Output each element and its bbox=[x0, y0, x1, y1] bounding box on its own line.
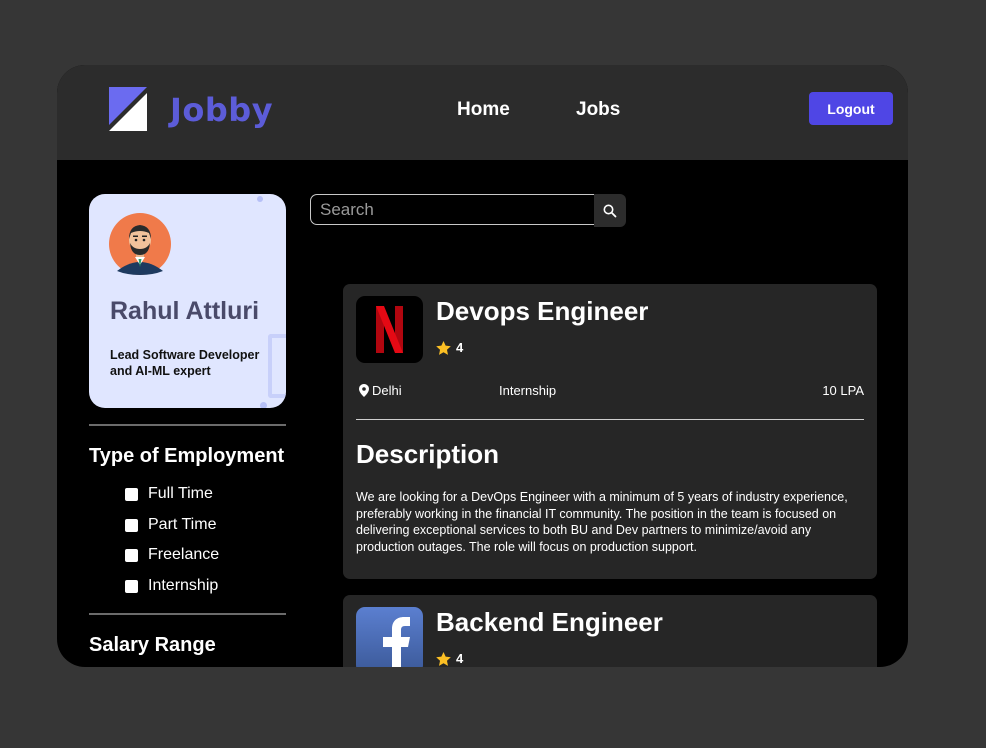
jobby-logo-icon[interactable] bbox=[107, 85, 149, 133]
netflix-logo-icon bbox=[356, 296, 423, 363]
rating-value: 4 bbox=[456, 651, 464, 666]
brand-name[interactable]: Jobby bbox=[170, 91, 273, 129]
job-location: Delhi bbox=[359, 383, 402, 398]
checkbox[interactable] bbox=[125, 548, 138, 562]
filter-full-time[interactable]: Full Time bbox=[125, 484, 213, 504]
employment-type-heading: Type of Employment bbox=[89, 445, 285, 467]
nav-link-jobs[interactable]: Jobs bbox=[576, 99, 620, 121]
filter-label: Freelance bbox=[148, 546, 220, 563]
filter-label: Part Time bbox=[148, 516, 217, 533]
star-icon bbox=[436, 651, 451, 666]
navbar: Jobby Home Jobs Logout bbox=[57, 65, 908, 160]
employment-type: Internship bbox=[499, 383, 557, 398]
filter-label: Internship bbox=[148, 577, 219, 594]
job-description: We are looking for a DevOps Engineer wit… bbox=[356, 490, 848, 554]
divider bbox=[89, 424, 286, 426]
rating: 4 bbox=[436, 651, 463, 666]
filter-label: Full Time bbox=[148, 485, 213, 502]
job-card[interactable]: Backend Engineer 4 bbox=[343, 595, 877, 667]
profile-name: Rahul Attluri bbox=[110, 297, 260, 325]
rating: 4 bbox=[436, 340, 463, 355]
decoration-dot bbox=[257, 196, 263, 202]
job-title: Devops Engineer bbox=[436, 296, 649, 326]
job-card[interactable]: Devops Engineer 4 Delhi Internship 10 LP… bbox=[343, 284, 877, 579]
profile-card: Rahul Attluri Lead Software Developer an… bbox=[89, 194, 286, 408]
search-icon bbox=[603, 204, 617, 217]
nav-link-home[interactable]: Home bbox=[457, 99, 510, 121]
search-input[interactable] bbox=[310, 194, 594, 225]
job-title: Backend Engineer bbox=[436, 607, 663, 637]
star-icon bbox=[436, 340, 451, 355]
location-pin-icon bbox=[359, 384, 369, 397]
checkbox[interactable] bbox=[125, 579, 138, 593]
profile-bio: Lead Software Developer and AI-ML expert bbox=[110, 348, 260, 378]
salary-range-heading: Salary Range bbox=[89, 634, 216, 656]
rating-value: 4 bbox=[456, 340, 464, 355]
package-per-annum: 10 LPA bbox=[822, 383, 864, 398]
avatar bbox=[109, 213, 171, 275]
description-heading: Description bbox=[356, 439, 500, 469]
search-button[interactable] bbox=[594, 194, 626, 227]
facebook-logo-icon bbox=[356, 607, 423, 667]
filter-freelance[interactable]: Freelance bbox=[125, 545, 219, 565]
location-label: Delhi bbox=[372, 383, 402, 398]
filter-part-time[interactable]: Part Time bbox=[125, 515, 216, 535]
filter-internship[interactable]: Internship bbox=[125, 576, 218, 596]
decoration-dot bbox=[260, 402, 267, 408]
app-container: Jobby Home Jobs Logout Rahul Attluri Lea… bbox=[57, 65, 908, 667]
checkbox[interactable] bbox=[125, 518, 138, 532]
divider bbox=[356, 419, 864, 420]
divider bbox=[89, 613, 286, 615]
logout-button[interactable]: Logout bbox=[809, 92, 893, 125]
checkbox[interactable] bbox=[125, 487, 138, 501]
